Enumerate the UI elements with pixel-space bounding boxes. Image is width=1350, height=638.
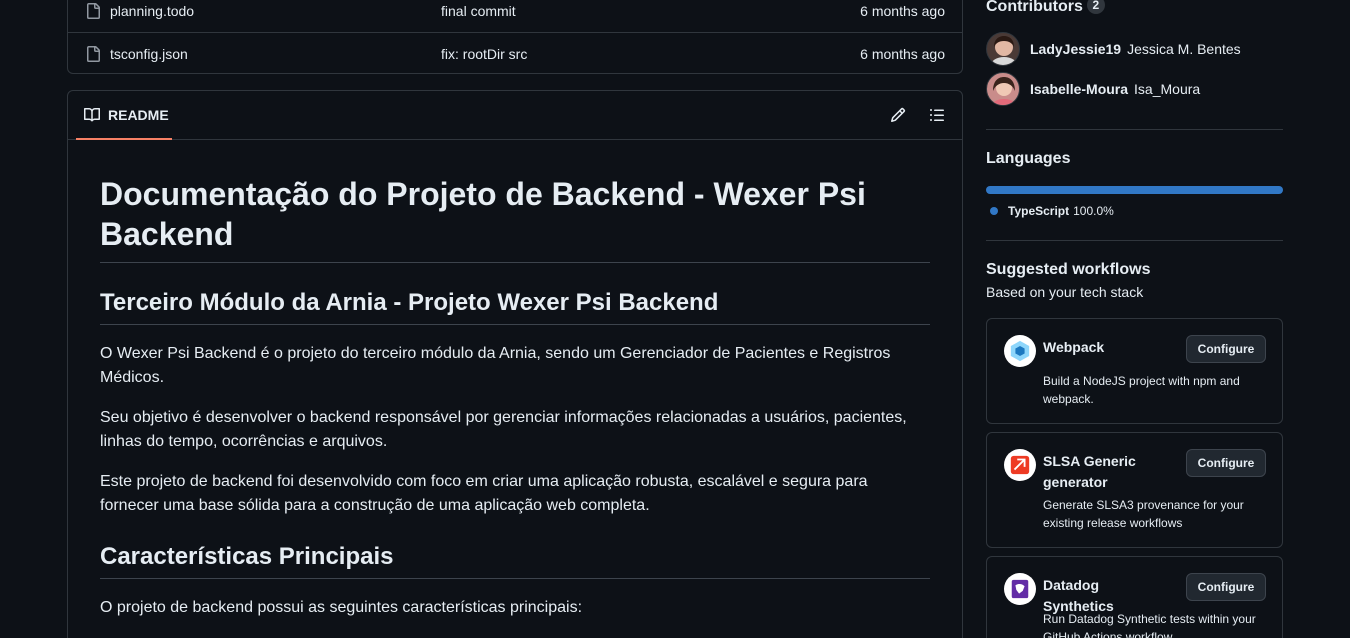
file-name[interactable]: tsconfig.json [110, 46, 188, 62]
language-color-dot [990, 207, 998, 215]
workflows-subtitle: Based on your tech stack [986, 284, 1144, 300]
webpack-icon [1004, 335, 1036, 367]
readme-panel: README Documentação do Projeto de Backen… [67, 90, 963, 638]
configure-button[interactable]: Configure [1186, 335, 1266, 363]
readme-title: Documentação do Projeto de Backend - Wex… [100, 176, 866, 252]
sidebar-divider [986, 240, 1283, 241]
language-name: TypeScript [1008, 204, 1070, 218]
languages-heading: Languages [986, 150, 1071, 167]
commit-age: 6 months ago [860, 45, 945, 62]
workflow-description: Run Datadog Synthetic tests within your … [1043, 612, 1256, 638]
contributor[interactable]: LadyJessie19 Jessica M. Bentes [986, 32, 1241, 66]
pencil-icon[interactable] [890, 107, 906, 123]
file-list: planning.todo final commit 6 months ago … [67, 0, 963, 74]
workflow-description: Build a NodeJS project with npm and webp… [1043, 374, 1240, 406]
sidebar-divider [986, 129, 1283, 130]
language-item[interactable]: TypeScript 100.0% [990, 204, 1114, 218]
paragraph: O Wexer Psi Backend é o projeto do terce… [100, 345, 891, 386]
file-icon [87, 3, 100, 19]
slsa-icon [1004, 449, 1036, 481]
contributor-name: Jessica M. Bentes [1127, 41, 1241, 57]
contributor-login[interactable]: LadyJessie19 [1030, 41, 1121, 57]
contributor-login[interactable]: Isabelle-Moura [1030, 81, 1128, 97]
workflows-heading: Suggested workflows [986, 261, 1151, 278]
configure-button[interactable]: Configure [1186, 449, 1266, 477]
heading-divider [100, 324, 930, 325]
paragraph: O projeto de backend possui as seguintes… [100, 599, 583, 616]
section-heading: Características Principais [100, 543, 394, 570]
paragraph: Seu objetivo é desenvolver o backend res… [100, 409, 907, 450]
contributor[interactable]: Isabelle-Moura Isa_Moura [986, 72, 1200, 106]
section-heading: Terceiro Módulo da Arnia - Projeto Wexer… [100, 289, 719, 316]
workflow-card: Webpack Build a NodeJS project with npm … [986, 318, 1283, 424]
workflow-card: SLSA Generic generator Generate SLSA3 pr… [986, 432, 1283, 548]
readme-header: README [68, 91, 962, 140]
datadog-icon [1004, 573, 1036, 605]
avatar[interactable] [986, 32, 1020, 66]
language-bar[interactable] [986, 186, 1283, 194]
language-percent: 100.0% [1073, 204, 1114, 218]
configure-button[interactable]: Configure [1186, 573, 1266, 601]
file-icon [87, 46, 100, 62]
file-name[interactable]: planning.todo [110, 3, 194, 19]
contributors-heading[interactable]: Contributors 2 [986, 0, 1105, 16]
contributors-label: Contributors [986, 0, 1083, 15]
workflow-title: SLSA Generic generator [1043, 453, 1136, 490]
tab-readme[interactable]: README [76, 91, 172, 140]
book-icon [84, 107, 100, 121]
contributors-count: 2 [1086, 0, 1105, 14]
avatar[interactable] [986, 72, 1020, 106]
workflow-card: Datadog Synthetics Run Datadog Synthetic… [986, 556, 1283, 638]
paragraph: Este projeto de backend foi desenvolvido… [100, 473, 868, 514]
commit-message[interactable]: fix: rootDir src [441, 46, 527, 62]
file-row[interactable]: tsconfig.json fix: rootDir src 6 months … [68, 32, 962, 74]
contributor-name: Isa_Moura [1134, 81, 1201, 97]
tab-readme-label: README [108, 106, 169, 123]
commit-age: 6 months ago [860, 3, 945, 19]
heading-divider [100, 578, 930, 579]
workflow-title: Webpack [1043, 339, 1105, 355]
list-unordered-icon[interactable] [929, 107, 945, 123]
heading-divider [100, 262, 930, 263]
workflow-description: Generate SLSA3 provenance for your exist… [1043, 498, 1244, 530]
file-row[interactable]: planning.todo final commit 6 months ago [68, 0, 962, 32]
commit-message[interactable]: final commit [441, 3, 516, 19]
